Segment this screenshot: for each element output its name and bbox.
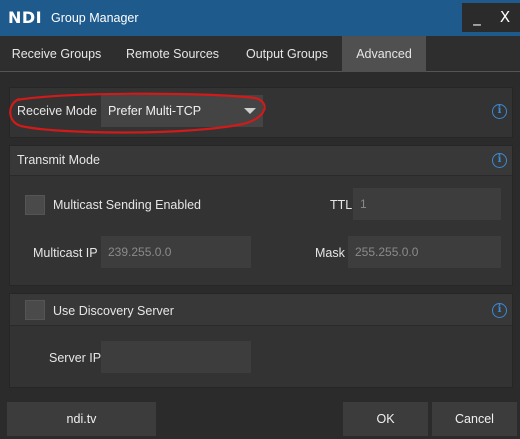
multicast-ip-label: Multicast IP (33, 246, 98, 260)
window-title: Group Manager (51, 11, 139, 25)
use-discovery-server-label: Use Discovery Server (53, 304, 174, 318)
mask-label: Mask (315, 246, 345, 260)
ok-button[interactable]: OK (343, 402, 428, 436)
ndi-tv-link-button[interactable]: ndi.tv (7, 402, 156, 436)
use-discovery-server-checkbox[interactable] (25, 300, 45, 320)
receive-mode-label: Receive Mode (17, 104, 97, 118)
close-button[interactable]: X (490, 3, 520, 32)
ndi-logo: NDI (8, 8, 43, 27)
minimize-icon: _ (473, 8, 481, 26)
multicast-ip-field[interactable]: 239.255.0.0 (101, 236, 251, 268)
cancel-button[interactable]: Cancel (432, 402, 517, 436)
chevron-down-icon (244, 108, 256, 114)
server-ip-field[interactable] (101, 341, 251, 373)
close-icon: X (499, 8, 511, 26)
multicast-sending-checkbox[interactable] (25, 195, 45, 215)
receive-mode-dropdown[interactable]: Prefer Multi-TCP (101, 95, 263, 127)
tab-bar: Receive Groups Remote Sources Output Gro… (0, 36, 520, 72)
title-bar: NDI Group Manager _ X (0, 0, 520, 36)
multicast-sending-label: Multicast Sending Enabled (53, 198, 202, 212)
server-ip-label: Server IP (49, 351, 102, 365)
info-icon[interactable]: i (492, 153, 507, 168)
tab-receive-groups[interactable]: Receive Groups (0, 36, 113, 72)
minimize-button[interactable]: _ (462, 3, 492, 32)
ttl-label: TTL (330, 198, 353, 212)
mask-field[interactable]: 255.255.0.0 (348, 236, 501, 268)
transmit-mode-title: Transmit Mode (17, 153, 100, 167)
tab-output-groups[interactable]: Output Groups (232, 36, 342, 72)
info-icon[interactable]: i (492, 104, 507, 119)
tab-remote-sources[interactable]: Remote Sources (113, 36, 232, 72)
info-icon[interactable]: i (492, 303, 507, 318)
tab-advanced[interactable]: Advanced (342, 36, 426, 72)
receive-mode-value: Prefer Multi-TCP (108, 104, 202, 118)
ttl-field[interactable]: 1 (353, 188, 501, 220)
